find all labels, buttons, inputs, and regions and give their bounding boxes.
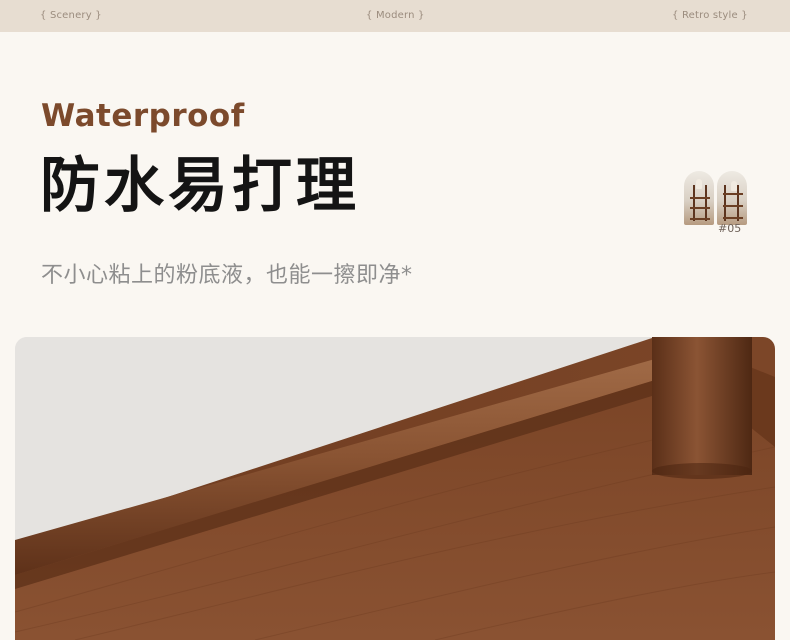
product-detail-photo xyxy=(15,337,775,640)
product-thumbnail-group[interactable]: #05 xyxy=(684,171,752,237)
nav-item-retro-style[interactable]: { Retro style } xyxy=(672,10,748,21)
nav-item-modern[interactable]: { Modern } xyxy=(366,10,425,21)
product-thumbnail-image[interactable] xyxy=(717,171,747,225)
feature-subtitle: 不小心粘上的粉底液，也能一擦即净* xyxy=(41,263,413,288)
feature-eyebrow: Waterproof xyxy=(41,98,245,134)
thumbnail-number-label: #05 xyxy=(718,222,742,235)
feature-title: 防水易打理 xyxy=(40,151,360,221)
product-thumbnail-image[interactable] xyxy=(684,171,714,225)
top-nav-bar: { Scenery } { Modern } { Retro style } xyxy=(0,0,790,32)
nav-item-scenery[interactable]: { Scenery } xyxy=(40,10,102,21)
